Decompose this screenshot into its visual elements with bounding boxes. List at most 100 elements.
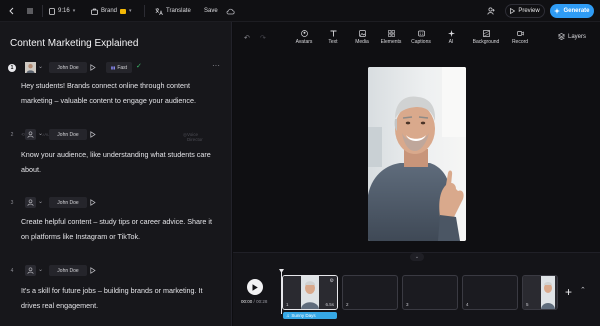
save-label: Save bbox=[204, 8, 218, 14]
total-time: 00:28 bbox=[256, 299, 268, 304]
tool-label: AI bbox=[448, 39, 454, 45]
redo-icon[interactable]: ↷ bbox=[260, 34, 266, 42]
tool-avatars[interactable]: Avatars bbox=[289, 30, 319, 50]
avatar-placeholder-icon[interactable] bbox=[25, 197, 36, 208]
undo-icon[interactable]: ↶ bbox=[244, 34, 250, 42]
back-icon[interactable] bbox=[8, 4, 16, 18]
speed-icon: ▮▮ bbox=[110, 65, 116, 70]
tool-captions[interactable]: Captions bbox=[406, 30, 436, 50]
scene-header: 1 ⌄ John Doe ▮▮ Fast ✓ ··· bbox=[8, 61, 226, 74]
scene-script-text[interactable]: It's a skill for future jobs – building … bbox=[21, 284, 221, 313]
cloud-icon[interactable] bbox=[226, 4, 235, 18]
tool-label: Elements bbox=[380, 39, 402, 45]
tool-background[interactable]: Background bbox=[471, 30, 501, 50]
voice-selector[interactable]: John Doe bbox=[49, 129, 87, 140]
share-user-icon[interactable] bbox=[487, 4, 495, 18]
clip-number: 5 bbox=[526, 302, 529, 307]
chevron-down-icon: ▾ bbox=[72, 8, 76, 14]
clip-number: 1 bbox=[286, 302, 289, 307]
generate-button[interactable]: Generate bbox=[550, 4, 594, 18]
music-note-icon: ♫ bbox=[286, 313, 290, 318]
video-title[interactable]: Content Marketing Explained bbox=[10, 38, 138, 49]
timeline-clip[interactable]: 2 bbox=[342, 275, 398, 310]
settings-icon[interactable]: ⚙ bbox=[330, 278, 334, 284]
tool-elements[interactable]: Elements bbox=[376, 30, 406, 50]
tool-label: Text bbox=[328, 39, 338, 45]
speed-selector[interactable]: ▮▮ Fast bbox=[106, 62, 132, 73]
add-scene-button[interactable]: + bbox=[561, 282, 576, 302]
speed-label: Fast bbox=[117, 64, 128, 71]
scene-number: 1 bbox=[8, 64, 16, 72]
video-camera-icon bbox=[516, 31, 524, 36]
tool-record[interactable]: Record bbox=[505, 30, 535, 50]
video-preview[interactable] bbox=[368, 67, 466, 241]
chevron-down-icon[interactable]: ⌄ bbox=[38, 130, 43, 137]
aspect-ratio-label: 9:16 bbox=[58, 8, 70, 14]
brand-selector[interactable]: Brand ▾ bbox=[91, 4, 132, 18]
timeline-play-button[interactable] bbox=[247, 279, 263, 295]
scene-number: 4 bbox=[10, 268, 14, 274]
voice-selector[interactable]: John Doe bbox=[49, 265, 87, 276]
save-button[interactable]: Save bbox=[204, 4, 218, 18]
preview-label: Preview bbox=[518, 8, 540, 14]
divider bbox=[42, 5, 43, 17]
timeline-clip[interactable]: 4 bbox=[462, 275, 518, 310]
voice-selector[interactable]: John Doe bbox=[49, 197, 87, 208]
tool-label: Background bbox=[472, 39, 500, 45]
scene-header: 3 ⌄ John Doe bbox=[8, 197, 226, 209]
more-options-icon[interactable]: ··· bbox=[212, 61, 220, 70]
crown-icon bbox=[120, 8, 127, 14]
chevron-down-icon[interactable]: ⌄ bbox=[38, 266, 43, 273]
tool-label: Record bbox=[511, 39, 529, 45]
avatar-placeholder-icon[interactable] bbox=[25, 265, 36, 276]
tool-ai[interactable]: AI bbox=[436, 30, 466, 50]
layers-button[interactable]: Layers bbox=[558, 33, 586, 40]
image-icon bbox=[358, 30, 366, 37]
chevron-up-icon[interactable]: ⌃ bbox=[580, 286, 586, 294]
chevron-down-icon[interactable]: ⌄ bbox=[38, 63, 43, 70]
sparkle-icon bbox=[554, 8, 561, 14]
check-icon: ✓ bbox=[136, 63, 142, 70]
preview-button[interactable]: Preview bbox=[505, 4, 545, 18]
avatar-video-frame bbox=[368, 67, 466, 241]
music-track[interactable]: ♫ Sunny Days bbox=[283, 312, 337, 319]
avatar-placeholder-icon[interactable] bbox=[25, 129, 36, 140]
captions-icon bbox=[417, 30, 425, 37]
playhead[interactable] bbox=[281, 270, 282, 314]
play-icon bbox=[252, 283, 258, 291]
clip-number: 3 bbox=[406, 302, 409, 307]
avatar-thumbnail[interactable] bbox=[25, 62, 36, 73]
scene-script-text[interactable]: Create helpful content – study tips or c… bbox=[21, 215, 221, 244]
timeline-clip[interactable]: 1 6.5s ⚙ bbox=[282, 275, 338, 310]
tool-label: Media bbox=[355, 39, 369, 45]
scene-number: 2 bbox=[10, 132, 14, 138]
menu-icon[interactable] bbox=[26, 4, 34, 18]
briefcase-icon bbox=[91, 8, 98, 15]
aspect-ratio-selector[interactable]: 9:16 ▾ bbox=[49, 4, 75, 18]
chevron-down-icon[interactable]: ⌄ bbox=[38, 198, 43, 205]
tool-media[interactable]: Media bbox=[347, 30, 377, 50]
text-icon bbox=[330, 30, 336, 37]
translate-label: Translate bbox=[166, 8, 191, 14]
phone-icon bbox=[49, 7, 55, 15]
divider bbox=[144, 5, 145, 17]
timeline-clip[interactable]: 5 bbox=[522, 275, 558, 310]
layers-icon bbox=[558, 33, 565, 40]
clip-number: 4 bbox=[466, 302, 469, 307]
scene-script-text[interactable]: Hey students! Brands connect online thro… bbox=[21, 79, 221, 108]
scene-script-text[interactable]: Know your audience, like understanding w… bbox=[21, 148, 221, 177]
voice-selector[interactable]: John Doe bbox=[49, 62, 87, 73]
layers-label: Layers bbox=[568, 33, 587, 40]
translate-button[interactable]: Translate bbox=[155, 4, 191, 18]
collapse-editor-icon[interactable]: ⌄ bbox=[410, 253, 424, 261]
generate-label: Generate bbox=[563, 8, 590, 14]
clip-duration: 6.5s bbox=[325, 302, 334, 307]
play-icon bbox=[510, 8, 516, 14]
background-icon bbox=[482, 30, 490, 37]
translate-icon bbox=[155, 7, 163, 15]
timeline-clip[interactable]: 3 bbox=[402, 275, 458, 310]
time-separator: / bbox=[253, 299, 255, 304]
tool-text[interactable]: Text bbox=[318, 30, 348, 50]
script-panel: Content Marketing Explained 1 ⌄ John Doe… bbox=[0, 22, 232, 326]
scene-header: 2 ⌄ John Doe bbox=[8, 129, 226, 141]
